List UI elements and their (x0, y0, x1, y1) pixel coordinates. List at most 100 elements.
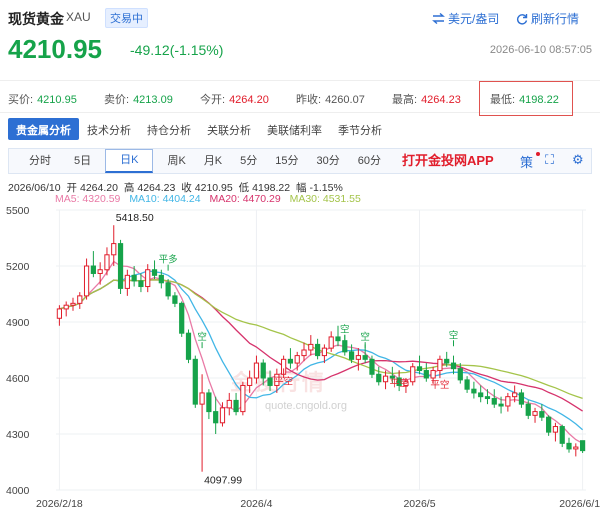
candle-body (376, 373, 382, 383)
instrument-title: 现货黄金 (8, 11, 64, 27)
candle-body (165, 282, 171, 297)
y-tick-label: 4900 (6, 317, 30, 329)
candle-body (457, 368, 463, 381)
period-intraday[interactable]: 分时 (9, 149, 65, 173)
candle-body (253, 362, 260, 379)
swap-icon (432, 13, 445, 24)
candle-body (97, 269, 103, 274)
period-5min[interactable]: 5分 (231, 149, 266, 173)
candle-body (131, 274, 137, 282)
candle-body (525, 403, 531, 416)
candle-body (240, 384, 246, 413)
candle-body (213, 411, 219, 424)
analysis-tabs: 贵金属分析 技术分析 持仓分析 关联分析 美联储利率 季节分析 (8, 118, 390, 140)
quote-timestamp: 2026-06-10 08:57:05 (489, 44, 592, 56)
candle-body (348, 351, 355, 360)
extreme-label: 5418.50 (116, 212, 154, 224)
tab-positions[interactable]: 持仓分析 (139, 118, 199, 140)
candle-body (247, 377, 253, 386)
candle-body (423, 370, 429, 379)
candle-body (539, 411, 545, 418)
candle-body (90, 265, 96, 274)
candle-body (566, 442, 572, 450)
tab-technical[interactable]: 技术分析 (79, 118, 139, 140)
signal-label: 平空 (430, 379, 449, 391)
period-daily[interactable]: 日K (105, 149, 154, 173)
signal-label: 平多 (159, 254, 178, 266)
candle-body (308, 343, 314, 351)
candle-body (179, 302, 185, 334)
period-weekly[interactable]: 周K (153, 149, 194, 173)
y-tick-label: 5200 (6, 261, 30, 273)
notification-dot (536, 152, 540, 156)
period-tabs: 分时 5日 日K 周K 月K 5分 15分 30分 60分 (8, 148, 592, 174)
fullscreen-icon[interactable]: ⛶ (545, 152, 554, 168)
candle-body (124, 274, 130, 289)
tab-metal-analysis[interactable]: 贵金属分析 (8, 118, 79, 140)
candle-body (145, 269, 151, 288)
candle-body (464, 379, 470, 390)
tab-correlation[interactable]: 关联分析 (199, 118, 259, 140)
ma5-line (59, 260, 583, 444)
candle-body (335, 336, 341, 342)
instrument-code: XAU (66, 10, 91, 24)
y-tick-label: 5500 (6, 205, 30, 217)
period-15min[interactable]: 15分 (266, 149, 307, 173)
candle-body (185, 332, 192, 360)
period-60min[interactable]: 60分 (349, 149, 390, 173)
candle-body (491, 398, 497, 405)
candle-body (77, 295, 83, 304)
signal-label: 空 (449, 329, 459, 341)
quote-high: 最高: 4264.23 (392, 94, 461, 106)
signal-label: 空 (197, 331, 207, 343)
candlestick-chart[interactable]: 4000 4300 4600 4900 5200 5500 2026/2/18 2026/4 2… (0, 204, 600, 512)
quote-header: 现货黄金 XAU 交易中 美元/盎司 刷新行情 4210.95 -49.12(-… (0, 0, 600, 76)
candle-body (505, 396, 511, 407)
period-monthly[interactable]: 月K (195, 149, 231, 173)
ohlc-date: 2026/06/10 (8, 182, 61, 194)
candle-body (267, 377, 273, 386)
tab-fed-rate[interactable]: 美联储利率 (259, 118, 330, 140)
y-tick-label: 4000 (6, 485, 30, 497)
strategy-button[interactable]: 策 (520, 152, 533, 171)
candle-body (362, 355, 368, 360)
candle-body (294, 355, 300, 364)
candle-body (104, 254, 110, 271)
refresh-button[interactable]: 刷新行情 (516, 10, 579, 27)
period-5day[interactable]: 5日 (65, 149, 105, 173)
x-tick-label: 2026/4 (240, 498, 272, 510)
signal-label: 空 (340, 324, 350, 336)
candle-body (430, 370, 436, 379)
candle-body (444, 358, 450, 364)
candle-body (206, 392, 212, 413)
candle-body (355, 355, 361, 360)
quote-open: 今开: 4264.20 (200, 94, 269, 106)
currency-unit-button[interactable]: 美元/盎司 (432, 10, 499, 27)
candle-body (321, 347, 328, 357)
candle-body (158, 274, 164, 284)
candle-body (410, 366, 416, 383)
candle-body (342, 340, 348, 353)
y-tick-label: 4600 (6, 373, 30, 385)
candle-body (70, 302, 76, 306)
ma30-line (59, 279, 583, 400)
low-highlight-box (479, 81, 573, 116)
candle-body (579, 440, 586, 452)
settings-icon[interactable]: ⚙ (572, 152, 584, 168)
candle-body (552, 426, 559, 433)
tab-seasonal[interactable]: 季节分析 (330, 118, 390, 140)
period-30min[interactable]: 30分 (308, 149, 349, 173)
candle-body (172, 295, 178, 304)
candle-body (484, 396, 491, 400)
candle-body (301, 349, 307, 357)
candle-body (138, 280, 144, 288)
x-tick-label: 2026/5 (403, 498, 435, 510)
open-app-link[interactable]: 打开金投网APP (402, 150, 494, 169)
quote-prev-close: 昨收: 4260.07 (296, 94, 365, 106)
candle-body (450, 362, 457, 370)
signal-label: 平空 (390, 377, 409, 389)
ma20-line (59, 279, 583, 412)
candle-body (260, 362, 266, 379)
quote-bid: 买价: 4210.95 (8, 94, 77, 106)
refresh-icon (516, 13, 528, 24)
